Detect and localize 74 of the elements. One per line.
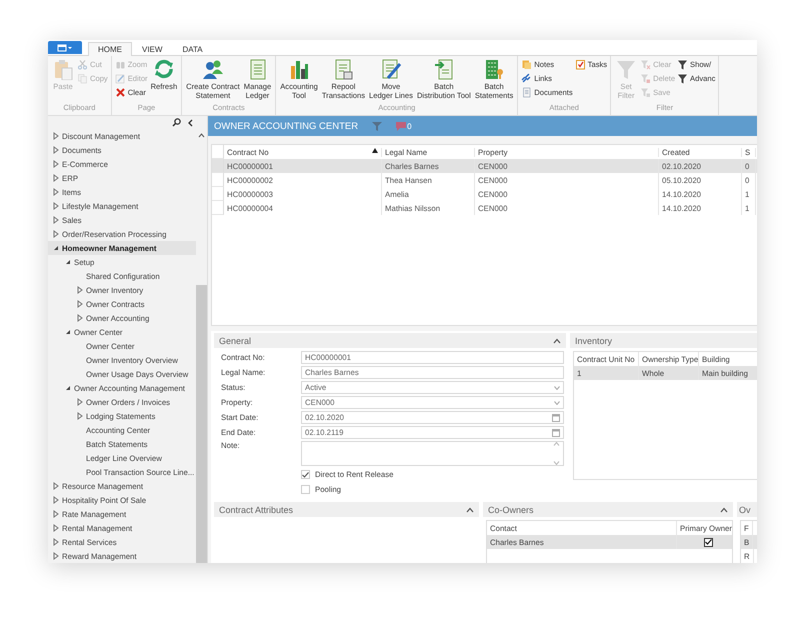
scroll-up-icon [553, 442, 560, 446]
calendar-icon [552, 414, 560, 422]
collapsed-triangle-icon[interactable] [52, 188, 60, 196]
chevron-up-icon[interactable] [720, 506, 728, 512]
task-check-icon [574, 59, 586, 70]
document-icon [521, 87, 532, 98]
refresh-icon [152, 58, 175, 80]
funnel-icon [640, 73, 652, 84]
collapsed-triangle-icon[interactable] [52, 496, 60, 504]
collapsed-triangle-icon[interactable] [76, 398, 84, 406]
panel-title: Co-Owners [488, 504, 534, 514]
panel-title: Ov [739, 504, 751, 514]
panel-title: Contract Attributes [219, 504, 294, 514]
expanded-triangle-icon[interactable] [52, 244, 60, 252]
link-icon [521, 73, 532, 84]
ribbon-tab[interactable]: VIEW [132, 42, 172, 56]
collapsed-triangle-icon[interactable] [52, 552, 60, 560]
expanded-triangle-icon[interactable] [64, 258, 72, 266]
scroll-down-icon [553, 461, 560, 465]
bar-chart-icon [288, 58, 310, 80]
pencil-icon [114, 73, 126, 84]
ledger-pencil-icon [380, 58, 402, 80]
note-field[interactable] [301, 441, 564, 466]
collapsed-triangle-icon[interactable] [76, 314, 84, 322]
collapse-chevron-icon[interactable] [187, 118, 193, 126]
search-icon[interactable] [172, 118, 181, 127]
expanded-triangle-icon[interactable] [64, 328, 72, 336]
calendar-icon [552, 428, 560, 436]
collapsed-triangle-icon[interactable] [52, 132, 60, 140]
collapsed-triangle-icon[interactable] [52, 482, 60, 490]
x-icon [114, 87, 126, 98]
window-caret-icon [57, 44, 73, 52]
people-icon [202, 58, 224, 80]
collapsed-triangle-icon[interactable] [76, 300, 84, 308]
chevron-up-icon[interactable] [466, 506, 474, 512]
funnel-icon [677, 73, 688, 84]
collapsed-triangle-icon[interactable] [76, 412, 84, 420]
clipboard-icon [52, 58, 74, 80]
funnel-icon [677, 59, 688, 70]
scroll-up-icon[interactable] [198, 133, 205, 138]
collapsed-triangle-icon[interactable] [76, 286, 84, 294]
collapsed-triangle-icon[interactable] [52, 230, 60, 238]
ribbon-tab[interactable]: HOME [88, 42, 132, 56]
collapsed-triangle-icon[interactable] [52, 538, 60, 546]
collapsed-triangle-icon[interactable] [52, 160, 60, 168]
collapsed-triangle-icon[interactable] [52, 202, 60, 210]
collapsed-triangle-icon[interactable] [52, 146, 60, 154]
copy-icon [77, 73, 88, 84]
building-icon [483, 58, 506, 80]
app-menu-button[interactable] [48, 41, 82, 54]
checkmark-icon [704, 539, 712, 545]
checkmark-icon [302, 472, 309, 478]
panel-title: General [219, 336, 252, 346]
collapsed-triangle-icon[interactable] [52, 524, 60, 532]
page-title: OWNER ACCOUNTING CENTER [214, 120, 358, 132]
dropdown-chevron-icon [554, 400, 560, 404]
dropdown-chevron-icon [554, 386, 560, 390]
scrollbar-thumb[interactable] [196, 285, 207, 563]
scissors-icon [77, 59, 88, 70]
checkbox[interactable] [301, 470, 310, 479]
collapsed-triangle-icon[interactable] [52, 174, 60, 182]
collapsed-triangle-icon[interactable] [52, 216, 60, 224]
notes-icon [521, 59, 532, 70]
funnel-icon [615, 58, 638, 80]
funnel-x-icon [640, 59, 652, 70]
panel-title: Inventory [575, 336, 612, 346]
funnel-icon [640, 87, 652, 98]
expanded-triangle-icon[interactable] [64, 384, 72, 392]
comment-count: 0 [407, 122, 412, 131]
collapsed-triangle-icon[interactable] [52, 510, 60, 518]
ribbon-tab[interactable]: DATA [172, 42, 213, 56]
chevron-up-icon[interactable] [553, 338, 561, 344]
document-arrow-icon [432, 58, 455, 80]
checkbox[interactable] [704, 538, 712, 546]
